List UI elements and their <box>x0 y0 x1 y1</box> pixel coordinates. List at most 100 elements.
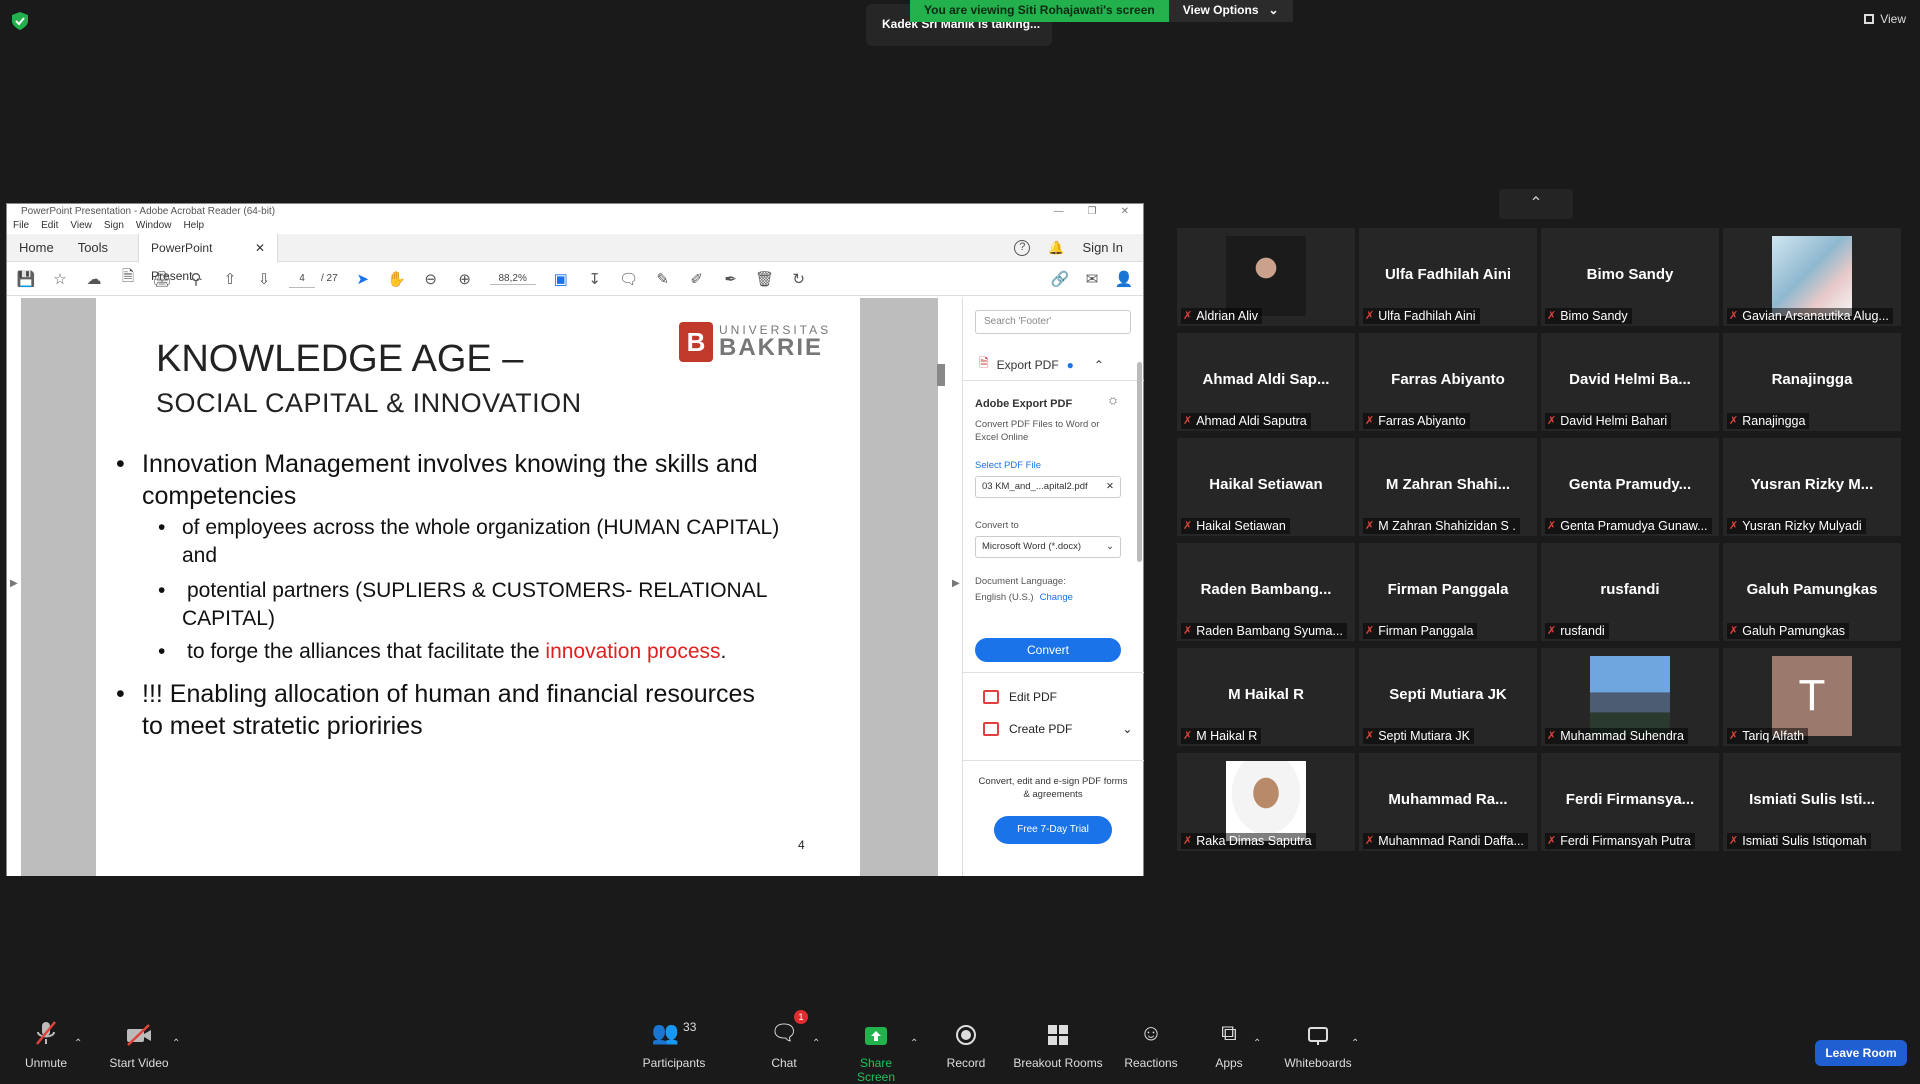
free-trial-button[interactable]: Free 7-Day Trial <box>994 816 1112 844</box>
unmute-button[interactable]: Unmute <box>16 1016 76 1070</box>
participant-tile[interactable]: ✗ Muhammad Suhendra <box>1541 648 1719 746</box>
participant-tile[interactable]: Genta Pramudy... ✗ Genta Pramudya Gunaw... <box>1541 438 1719 536</box>
delete-icon[interactable]: 🗑 <box>755 270 774 288</box>
menu-view[interactable]: View <box>70 220 92 234</box>
breakout-rooms-button[interactable]: Breakout Rooms <box>1012 1016 1104 1070</box>
panel-scrollbar[interactable] <box>1137 362 1142 562</box>
view-button[interactable]: View <box>1864 12 1906 26</box>
comment-icon[interactable]: 🗨 <box>619 270 638 288</box>
cloud-upload-icon[interactable]: ☁ <box>85 270 103 288</box>
left-panel-toggle-icon[interactable]: ▶ <box>10 578 18 589</box>
apps-options-caret-icon[interactable]: ⌃ <box>1253 1038 1261 1049</box>
participant-tile[interactable]: T ✗ Tariq Alfath <box>1723 648 1901 746</box>
fit-page-icon[interactable]: ▣ <box>552 270 570 288</box>
convert-button[interactable]: Convert <box>975 638 1121 662</box>
participant-tile[interactable]: ✗ Raka Dimas Saputra <box>1177 753 1355 851</box>
document-scrollbar[interactable] <box>937 364 945 386</box>
apps-button[interactable]: ⧉ Apps <box>1212 1016 1246 1070</box>
participant-tile[interactable]: Septi Mutiara JK ✗ Septi Mutiara JK <box>1359 648 1537 746</box>
gallery-scroll-up-icon[interactable]: ⌃ <box>1499 189 1573 219</box>
save-icon[interactable]: 💾 <box>17 270 36 288</box>
participant-tile[interactable]: David Helmi Ba... ✗ David Helmi Bahari <box>1541 333 1719 431</box>
create-pdf-tool[interactable]: Create PDF ⌄ <box>983 722 1132 736</box>
selected-file-field[interactable]: 03 KM_and_...apital2.pdf ✕ <box>975 476 1121 498</box>
participant-tile[interactable]: rusfandi ✗ rusfandi <box>1541 543 1719 641</box>
sign-in-button[interactable]: Sign In <box>1083 240 1123 255</box>
reactions-button[interactable]: ☺ Reactions <box>1122 1016 1180 1070</box>
menu-sign[interactable]: Sign <box>104 220 124 234</box>
page-up-icon[interactable]: ⇧ <box>221 270 239 288</box>
right-panel-toggle-icon[interactable]: ▶ <box>952 578 960 589</box>
participant-tile[interactable]: Ahmad Aldi Sap... ✗ Ahmad Aldi Saputra <box>1177 333 1355 431</box>
participants-button[interactable]: 👥 33 Participants <box>638 1016 710 1070</box>
whiteboards-button[interactable]: Whiteboards <box>1282 1016 1354 1070</box>
bookmark-star-icon[interactable]: ☆ <box>51 270 69 288</box>
start-video-button[interactable]: Start Video <box>106 1016 172 1070</box>
participant-tile[interactable]: Galuh Pamungkas ✗ Galuh Pamungkas <box>1723 543 1901 641</box>
help-icon[interactable]: ? <box>1014 239 1031 256</box>
participant-tile[interactable]: Muhammad Ra... ✗ Muhammad Randi Daffa... <box>1359 753 1537 851</box>
convert-format-select[interactable]: Microsoft Word (*.docx) ⌄ <box>975 536 1121 558</box>
audio-options-caret-icon[interactable]: ⌃ <box>74 1038 82 1049</box>
chat-options-caret-icon[interactable]: ⌃ <box>812 1038 820 1049</box>
highlight-pen-icon[interactable]: ✎ <box>654 270 672 288</box>
export-pdf-header[interactable]: 🗎 Export PDF ● ⌃ <box>979 354 1104 375</box>
participant-tile[interactable]: Ismiati Sulis Isti... ✗ Ismiati Sulis Isti… <box>1723 753 1901 851</box>
tab-tools[interactable]: Tools <box>66 234 120 262</box>
leave-room-button[interactable]: Leave Room <box>1815 1040 1907 1066</box>
mail-icon[interactable]: ✉ <box>1083 270 1101 288</box>
security-shield-icon[interactable] <box>12 12 28 30</box>
participant-tile[interactable]: ✗ Gavian Arsanautika Alug... <box>1723 228 1901 326</box>
change-language-link[interactable]: Change <box>1040 592 1073 603</box>
menu-edit[interactable]: Edit <box>41 220 58 234</box>
record-button[interactable]: Record <box>944 1016 988 1070</box>
share-screen-button[interactable]: Share Screen <box>840 1016 912 1084</box>
participant-tile[interactable]: Raden Bambang... ✗ Raden Bambang Syuma... <box>1177 543 1355 641</box>
menu-help[interactable]: Help <box>183 220 204 234</box>
menu-window[interactable]: Window <box>136 220 172 234</box>
select-file-label[interactable]: Select PDF File <box>975 460 1041 471</box>
panel-search-input[interactable]: Search 'Footer' <box>975 310 1131 334</box>
zoom-in-icon[interactable]: ⊕ <box>456 270 474 288</box>
draw-icon[interactable]: ✐ <box>688 270 706 288</box>
whiteboard-options-caret-icon[interactable]: ⌃ <box>1351 1038 1359 1049</box>
share-options-caret-icon[interactable]: ⌃ <box>910 1038 918 1049</box>
participant-tile[interactable]: Ulfa Fadhilah Aini ✗ Ulfa Fadhilah Aini <box>1359 228 1537 326</box>
tab-home[interactable]: Home <box>7 234 66 262</box>
participant-tile[interactable]: M Zahran Shahi... ✗ M Zahran Shahizidan S … <box>1359 438 1537 536</box>
clear-file-icon[interactable]: ✕ <box>1106 481 1114 493</box>
zoom-out-search-icon[interactable]: ⚲ <box>187 270 205 288</box>
bell-icon[interactable]: 🔔 <box>1048 240 1064 256</box>
chat-button[interactable]: 🗨 1 Chat <box>768 1010 808 1070</box>
scroll-mode-icon[interactable]: ↧ <box>586 270 604 288</box>
view-options-button[interactable]: View Options ⌄ <box>1168 0 1293 22</box>
close-icon[interactable]: ✕ <box>1121 206 1129 218</box>
page-input[interactable]: 4 <box>289 270 315 288</box>
rotate-icon[interactable]: ↻ <box>790 270 808 288</box>
participant-tile[interactable]: Bimo Sandy ✗ Bimo Sandy <box>1541 228 1719 326</box>
link-icon[interactable]: 🔗 <box>1051 270 1070 288</box>
participant-tile[interactable]: Farras Abiyanto ✗ Farras Abiyanto <box>1359 333 1537 431</box>
tab-document[interactable]: PowerPoint Present... ✕ <box>138 233 279 283</box>
restore-icon[interactable]: ❐ <box>1088 206 1097 218</box>
file-icon[interactable]: 🗎 <box>119 268 137 288</box>
stamp-icon[interactable]: ✒ <box>722 270 740 288</box>
hand-tool-icon[interactable]: ✋ <box>387 270 406 288</box>
video-options-caret-icon[interactable]: ⌃ <box>172 1038 180 1049</box>
participant-tile[interactable]: M Haikal R ✗ M Haikal R <box>1177 648 1355 746</box>
participant-tile[interactable]: Ferdi Firmansya... ✗ Ferdi Firmansyah Putr… <box>1541 753 1719 851</box>
participant-tile[interactable]: Haikal Setiawan ✗ Haikal Setiawan <box>1177 438 1355 536</box>
participant-tile[interactable]: Yusran Rizky M... ✗ Yusran Rizky Mulyadi <box>1723 438 1901 536</box>
zoom-out-icon[interactable]: ⊖ <box>422 270 440 288</box>
minimize-icon[interactable]: — <box>1054 206 1064 218</box>
document-viewport[interactable]: ▶ ▶ B UNIVERSITAS BAKRIE KNOWLEDGE AGE – … <box>7 298 962 876</box>
page-down-icon[interactable]: ⇩ <box>255 270 273 288</box>
participant-tile[interactable]: Ranajingga ✗ Ranajingga <box>1723 333 1901 431</box>
zoom-select[interactable]: 88,2% <box>489 273 536 285</box>
panel-settings-icon[interactable]: ⛭ <box>1109 396 1117 407</box>
edit-pdf-tool[interactable]: Edit PDF <box>983 690 1057 704</box>
close-tab-icon[interactable]: ✕ <box>255 234 265 262</box>
print-icon[interactable]: 🖨 <box>152 270 171 288</box>
share-user-icon[interactable]: 👤 <box>1115 270 1134 288</box>
participant-tile[interactable]: Firman Panggala ✗ Firman Panggala <box>1359 543 1537 641</box>
